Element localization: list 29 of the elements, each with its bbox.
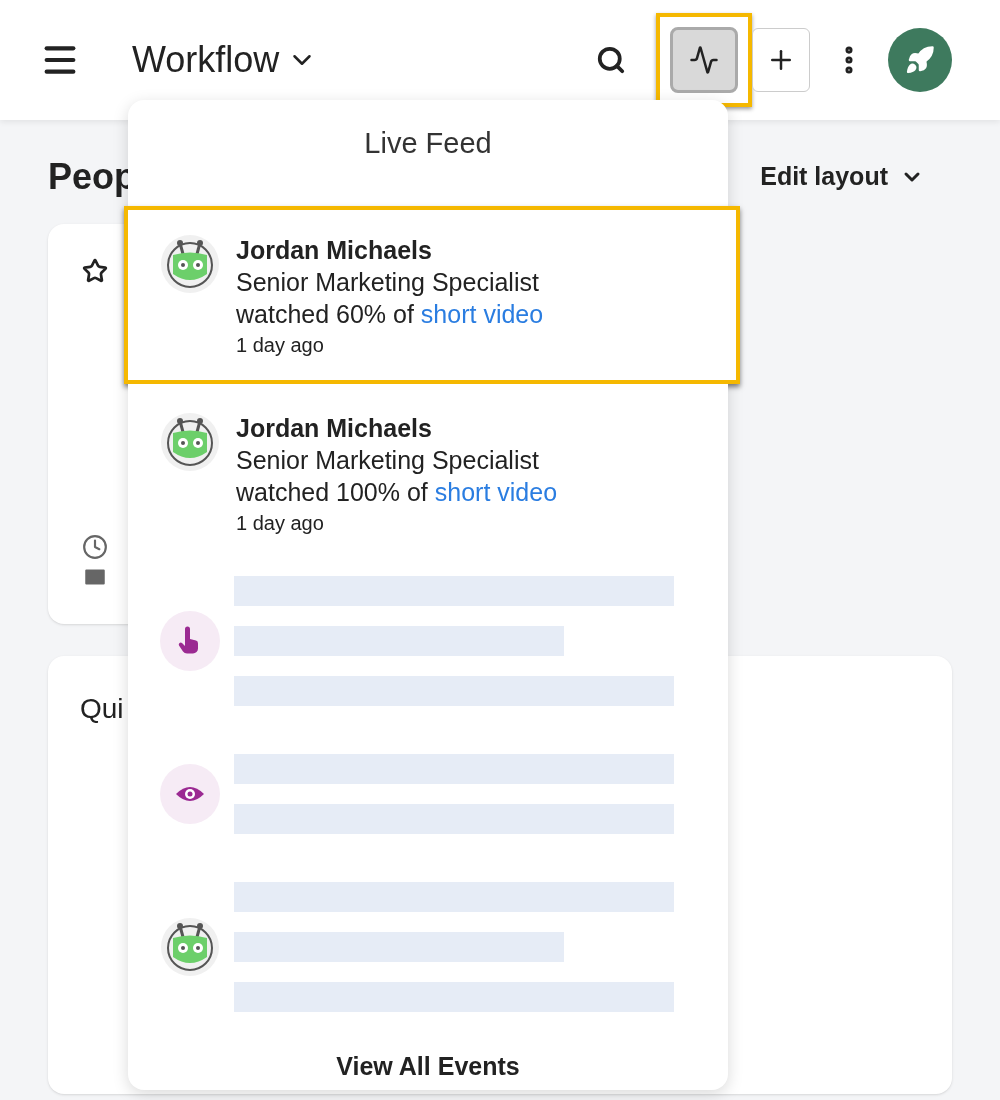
event-time: 1 day ago (236, 332, 325, 358)
search-icon[interactable] (596, 45, 626, 75)
clock-icon (82, 534, 108, 560)
person-name: Jordan Michaels (236, 412, 433, 444)
job-title: Senior Marketing Specialist (236, 266, 540, 298)
video-link[interactable]: short video (434, 477, 558, 506)
edit-layout-button[interactable]: Edit layout (760, 158, 924, 196)
event-text: watched 100% of short video (236, 476, 558, 508)
robot-avatar-icon (160, 916, 220, 977)
activity-button[interactable] (670, 27, 738, 93)
card-title: Qui (80, 693, 124, 724)
event-time: 1 day ago (236, 510, 325, 536)
pointing-hand-icon (160, 610, 220, 671)
view-all-events-link[interactable]: View All Events (336, 1047, 520, 1085)
eye-icon (160, 763, 220, 824)
rocket-icon (905, 45, 935, 75)
video-link[interactable]: short video (420, 299, 544, 328)
panel-title: Live Feed (363, 126, 493, 161)
star-icon[interactable] (82, 258, 108, 284)
robot-avatar-icon (160, 233, 220, 294)
robot-avatar-icon (160, 411, 220, 472)
workflow-dropdown[interactable]: Workflow (132, 33, 318, 87)
feed-item[interactable]: Jordan Michaels Senior Marketing Specialist watched 100% of short video 1 day ago (128, 383, 728, 564)
event-text: watched 60% of short video (236, 298, 544, 330)
feed-item[interactable]: Jordan Michaels Senior Marketing Specialist watched 60% of short video 1 day ago (124, 205, 740, 384)
person-name: Jordan Michaels (236, 234, 433, 266)
pulse-icon (689, 45, 719, 75)
job-title: Senior Marketing Specialist (236, 444, 540, 476)
add-button[interactable] (752, 28, 810, 92)
